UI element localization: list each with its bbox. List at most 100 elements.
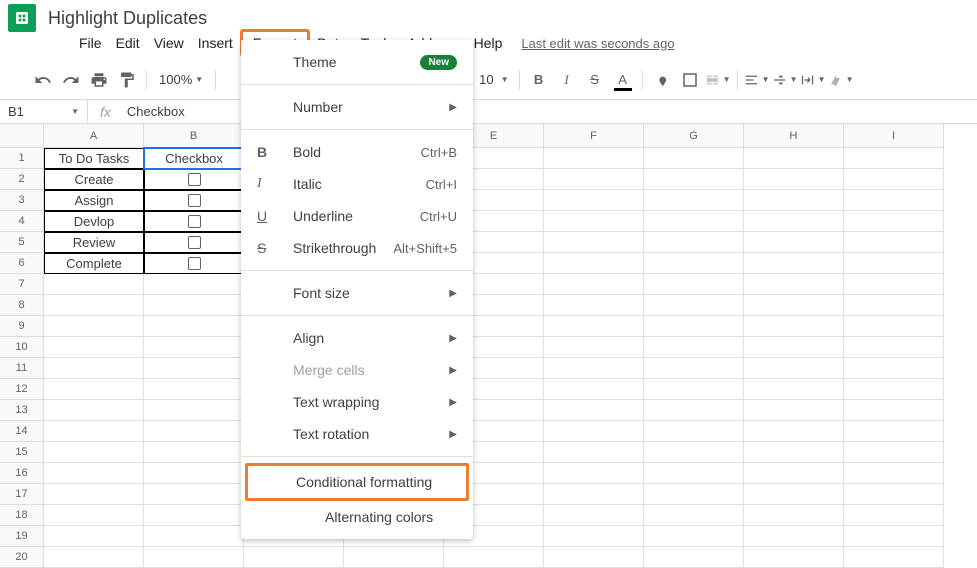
cell[interactable] (744, 295, 844, 316)
cell[interactable] (644, 274, 744, 295)
cell[interactable] (744, 148, 844, 169)
cell[interactable] (144, 505, 244, 526)
row-header[interactable]: 16 (0, 463, 44, 484)
cell[interactable]: To Do Tasks (44, 148, 144, 169)
dd-rotation[interactable]: Text rotation▶ (241, 418, 473, 450)
cell[interactable] (44, 274, 144, 295)
cell[interactable]: Devlop (44, 211, 144, 232)
col-header-I[interactable]: I (844, 124, 944, 148)
dd-strike[interactable]: SStrikethroughAlt+Shift+5 (241, 232, 473, 264)
cell[interactable] (744, 442, 844, 463)
dd-align[interactable]: Align▶ (241, 322, 473, 354)
cell[interactable] (644, 169, 744, 190)
row-header[interactable]: 15 (0, 442, 44, 463)
row-header[interactable]: 9 (0, 316, 44, 337)
cell[interactable] (644, 400, 744, 421)
cell[interactable] (744, 337, 844, 358)
valign-button[interactable]: ▼ (772, 67, 798, 93)
cell[interactable] (844, 316, 944, 337)
cell[interactable] (844, 463, 944, 484)
cell[interactable]: Complete (44, 253, 144, 274)
halign-button[interactable]: ▼ (744, 67, 770, 93)
cell[interactable] (44, 358, 144, 379)
paint-format-button[interactable] (114, 67, 140, 93)
cell[interactable] (44, 526, 144, 547)
italic-button[interactable]: I (554, 67, 580, 93)
dd-conditional-formatting[interactable]: Conditional formatting (248, 466, 466, 498)
cell[interactable] (844, 169, 944, 190)
cell[interactable] (44, 295, 144, 316)
cell[interactable] (144, 526, 244, 547)
cell[interactable] (544, 274, 644, 295)
dd-wrapping[interactable]: Text wrapping▶ (241, 386, 473, 418)
cell[interactable] (144, 253, 244, 274)
cell[interactable] (544, 400, 644, 421)
row-header[interactable]: 12 (0, 379, 44, 400)
cell[interactable] (644, 232, 744, 253)
cell[interactable] (644, 463, 744, 484)
cell[interactable] (244, 547, 344, 568)
row-header[interactable]: 6 (0, 253, 44, 274)
row-header[interactable]: 19 (0, 526, 44, 547)
dd-fontsize[interactable]: Font size▶ (241, 277, 473, 309)
cell[interactable] (744, 505, 844, 526)
cell[interactable] (144, 211, 244, 232)
menu-file[interactable]: File (72, 31, 109, 55)
cell[interactable]: Review (44, 232, 144, 253)
dd-theme[interactable]: Theme New (241, 46, 473, 78)
cell[interactable] (844, 442, 944, 463)
checkbox-icon[interactable] (188, 257, 201, 270)
row-header[interactable]: 10 (0, 337, 44, 358)
bold-button[interactable]: B (526, 67, 552, 93)
cell[interactable] (144, 337, 244, 358)
cell[interactable] (644, 148, 744, 169)
cell[interactable] (44, 547, 144, 568)
menu-view[interactable]: View (147, 31, 191, 55)
cell[interactable] (544, 190, 644, 211)
cell[interactable] (744, 421, 844, 442)
undo-button[interactable] (30, 67, 56, 93)
cell[interactable] (544, 442, 644, 463)
cell[interactable] (444, 547, 544, 568)
cell[interactable] (844, 295, 944, 316)
cell[interactable] (144, 442, 244, 463)
checkbox-icon[interactable] (188, 215, 201, 228)
cell[interactable] (144, 463, 244, 484)
cell[interactable] (544, 295, 644, 316)
cell[interactable] (844, 547, 944, 568)
dd-italic[interactable]: IItalicCtrl+I (241, 168, 473, 200)
cell[interactable] (744, 190, 844, 211)
cell[interactable] (744, 463, 844, 484)
cell[interactable] (844, 526, 944, 547)
row-header[interactable]: 18 (0, 505, 44, 526)
cell[interactable] (544, 169, 644, 190)
cell[interactable] (844, 211, 944, 232)
cell[interactable] (544, 379, 644, 400)
cell[interactable] (44, 379, 144, 400)
row-header[interactable]: 20 (0, 547, 44, 568)
cell[interactable] (844, 379, 944, 400)
cell[interactable] (744, 400, 844, 421)
cell[interactable] (844, 337, 944, 358)
cell[interactable] (844, 190, 944, 211)
row-header[interactable]: 1 (0, 148, 44, 169)
cell[interactable] (544, 316, 644, 337)
row-header[interactable]: 5 (0, 232, 44, 253)
cell[interactable] (744, 211, 844, 232)
name-box[interactable]: B1▼ (0, 100, 88, 123)
row-header[interactable]: 11 (0, 358, 44, 379)
cell[interactable] (644, 190, 744, 211)
doc-title[interactable]: Highlight Duplicates (48, 8, 207, 29)
checkbox-icon[interactable] (188, 236, 201, 249)
last-edit-link[interactable]: Last edit was seconds ago (521, 36, 674, 51)
cell[interactable] (844, 505, 944, 526)
row-header[interactable]: 17 (0, 484, 44, 505)
cell[interactable] (644, 379, 744, 400)
row-header[interactable]: 4 (0, 211, 44, 232)
cell[interactable]: Assign (44, 190, 144, 211)
sheets-logo[interactable] (8, 4, 36, 32)
cell[interactable] (644, 337, 744, 358)
borders-button[interactable] (677, 67, 703, 93)
cell[interactable] (744, 316, 844, 337)
cell[interactable] (844, 484, 944, 505)
